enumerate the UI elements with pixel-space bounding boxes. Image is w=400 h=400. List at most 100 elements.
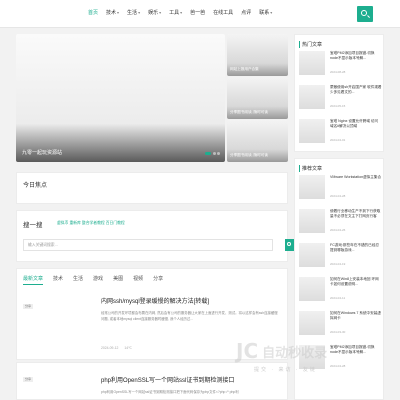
sidebar-article-date: 2024-04-11 [330, 296, 346, 300]
nav-item[interactable]: 芭一芭 [190, 9, 205, 16]
nav-item-label: 首页 [88, 10, 99, 16]
watermark-text: 自动秒收录 [262, 344, 328, 360]
sidebar-article-title[interactable]: 如何在Windows 7 系统中安装虚拟网卡 [330, 311, 382, 321]
side-thumbnail[interactable]: 分享图书阅读, 随时可读 [227, 77, 288, 119]
article-title[interactable]: php利用OpenSSL写一个网站ssl证书到期检测接口 [101, 375, 234, 384]
sidebar-article-item[interactable]: VMware Workstation虚拟主集合 2024-04-28 [299, 175, 381, 201]
recommend-title: 推荐文章 [299, 165, 322, 172]
article-thumbnail[interactable] [299, 243, 325, 267]
nav-item-label: 芭一芭 [190, 10, 206, 16]
sidebar-article-title[interactable]: 使着行业移动生产不到下行获取量不必须在文主下打网页行客 [330, 209, 382, 219]
sidebar-article-date: 2024-08-28 [330, 70, 346, 74]
sidebar-article-title[interactable]: 宝塔PM2添加项目报错-切换node不显示版本号解... [330, 51, 382, 61]
sidebar-article-item[interactable]: 宝塔PM2添加项目报错-切换node不显示版本号解... 2024-08-28 [299, 51, 381, 77]
nav-item[interactable]: 联系 ▾ [259, 9, 272, 16]
watermark-logo: JC [236, 339, 259, 363]
chevron-down-icon: ▾ [270, 10, 273, 15]
search-input[interactable]: 输入关键词搜索... [23, 239, 273, 251]
main-nav: 首页 技术 ▾ 生活 ▾ 娱乐 ▾ 工具 ▾ 芭一芭 在线工具 点评 联系 ▾ [88, 9, 272, 16]
article-title[interactable]: 内网ssh/mysql登录缓慢的解决方法[转载] [101, 296, 209, 305]
watermark-subtext: 提交 · 来访 · 友链 [254, 367, 317, 373]
nav-item-label: 点评 [241, 10, 252, 16]
sidebar-article-item[interactable]: 如何在Win8上安装本地回 环网卡如何设置说明... 2024-04-11 [299, 277, 381, 303]
sidebar-article-title[interactable]: 蒙蔽使用sh开启国产家 软件观看少多见看文的... [330, 85, 382, 95]
article-excerpt: php利用OpenSSL写一个网站ssl证书到期检测接口把下面代码保存为php文… [101, 390, 239, 394]
hot-keywords[interactable]: 虚拟币 重新库 整合学者教程 百日门教程 [57, 221, 125, 226]
tab-6[interactable]: 分享 [153, 275, 163, 285]
article-thumbnail[interactable] [299, 311, 325, 335]
article-thumbnail[interactable] [299, 209, 325, 233]
nav-item[interactable]: 点评 [241, 9, 251, 16]
nav-item-label: 在线工具 [213, 10, 234, 16]
hot-articles-title: 热门文章 [299, 41, 322, 48]
sidebar-article-date: 2024-05-15 [330, 104, 346, 108]
search-icon [287, 242, 291, 246]
sidebar-article-item[interactable]: 宝塔 Nginx 设置允许跨域 访问 域名#解决以顶域 2024-04-01 [299, 119, 381, 145]
sidebar-article-title[interactable]: 宝塔 Nginx 设置允许跨域 访问 域名#解决以顶域 [330, 119, 382, 129]
chevron-down-icon: ▾ [117, 10, 120, 15]
article-excerpt: 经常公司的开发环境都会布置在内网, 然后会有公司的服务器让大家在上面进行开发、测… [101, 311, 278, 321]
article-card[interactable]: 分享 php利用OpenSSL写一个网站ssl证书到期检测接口 php利用Ope… [16, 362, 288, 400]
search-panel-title: 搜一搜 [23, 222, 43, 229]
nav-item-label: 技术 [106, 10, 117, 16]
top-navbar: 首页 技术 ▾ 生活 ▾ 娱乐 ▾ 工具 ▾ 芭一芭 在线工具 点评 联系 ▾ [0, 0, 400, 28]
sidebar-article-date: 2024-04-28 [330, 194, 346, 198]
sidebar-article-item[interactable]: FC游戏:那些年在不错的已经忍提到哪版游戏... 2024-04-19 [299, 243, 381, 269]
hot-articles-card: 热门文章 宝塔PM2添加项目报错-切换node不显示版本号解... 2024-08… [294, 34, 384, 152]
sidebar-article-item[interactable]: 使着行业移动生产不到下行获取量不必须在文主下打网页行客 2024-04-26 [299, 209, 381, 235]
article-thumbnail[interactable] [299, 119, 325, 143]
tab-1[interactable]: 技术 [53, 275, 63, 285]
watermark: JC 自动秒收录 [236, 336, 384, 366]
sidebar-article-title[interactable]: FC游戏:那些年在不错的已经忍提到哪版游戏... [330, 243, 382, 253]
sidebar-article-date: 2024-04-01 [330, 138, 346, 142]
tab-2[interactable]: 生活 [73, 275, 83, 285]
featured-slider[interactable]: 九零一起玩资源站 [16, 34, 225, 162]
nav-item[interactable]: 在线工具 [213, 9, 233, 16]
slider-caption: 九零一起玩资源站 [22, 150, 63, 156]
nav-item-label: 生活 [127, 10, 138, 16]
nav-item[interactable]: 首页 [88, 9, 98, 16]
sidebar-article-title[interactable]: 如何在Win8上安装本地回 环网卡如何设置说明... [330, 277, 382, 287]
chevron-down-icon: ▾ [159, 10, 162, 15]
article-thumbnail[interactable] [299, 51, 325, 75]
slider-dot[interactable] [212, 152, 216, 155]
nav-item[interactable]: 技术 ▾ [106, 9, 119, 16]
chevron-down-icon: ▾ [138, 10, 141, 15]
article-thumbnail[interactable] [299, 175, 325, 199]
nav-item[interactable]: 娱乐 ▾ [148, 9, 161, 16]
nav-item-label: 工具 [169, 10, 180, 16]
tab-3[interactable]: 游戏 [93, 275, 103, 285]
category-badge[interactable]: 分享 [23, 377, 33, 382]
tab-row: 最新文章 技术 生活 游戏 美图 视频 分享 [23, 275, 163, 285]
article-thumbnail[interactable] [299, 85, 325, 109]
search-button[interactable] [357, 6, 373, 22]
sidebar-article-item[interactable]: 如何在Windows 7 系统中安装虚拟网卡 2024-03-30 [299, 311, 381, 337]
article-tabs: 最新文章 技术 生活 游戏 美图 视频 分享 [16, 268, 288, 290]
sidebar-article-date: 2024-03-30 [330, 330, 346, 334]
side-thumbnail[interactable]: 网站上报用户合集 [227, 34, 288, 76]
tab-4[interactable]: 美图 [113, 275, 123, 285]
article-thumbnail[interactable] [299, 277, 325, 301]
article-meta: 2024-09-12 14℃ [101, 346, 132, 350]
nav-item-label: 联系 [259, 10, 270, 16]
tab-5[interactable]: 视频 [133, 275, 143, 285]
nav-item[interactable]: 工具 ▾ [169, 9, 182, 16]
chevron-down-icon: ▾ [180, 10, 183, 15]
slider-dot[interactable] [217, 152, 220, 155]
nav-item[interactable]: 生活 ▾ [127, 9, 140, 16]
sidebar-article-title[interactable]: VMware Workstation虚拟主集合 [330, 175, 382, 180]
category-badge[interactable]: 分享 [23, 304, 33, 309]
article-views: 14℃ [124, 346, 132, 350]
sidebar-article-date: 2024-04-19 [330, 262, 346, 266]
slider-dot[interactable] [205, 152, 211, 155]
thumbnail-caption: 分享图书阅读, 随时可读 [230, 109, 268, 114]
article-date: 2024-09-12 [101, 346, 119, 350]
thumbnail-caption: 分享图书阅读, 随时可读 [230, 152, 268, 157]
search-panel: 搜一搜 虚拟币 重新库 整合学者教程 百日门教程 输入关键词搜索... [16, 210, 295, 262]
today-focus-title: 今日焦点 [23, 183, 48, 189]
thumbnail-caption: 网站上报用户合集 [230, 66, 259, 71]
side-thumbnail[interactable]: 分享图书阅读, 随时可读 [227, 120, 288, 162]
sidebar-article-item[interactable]: 蒙蔽使用sh开启国产家 软件观看少多见看文的... 2024-05-15 [299, 85, 382, 111]
tab-0[interactable]: 最新文章 [23, 275, 44, 285]
today-focus-card: 今日焦点 [16, 172, 288, 204]
